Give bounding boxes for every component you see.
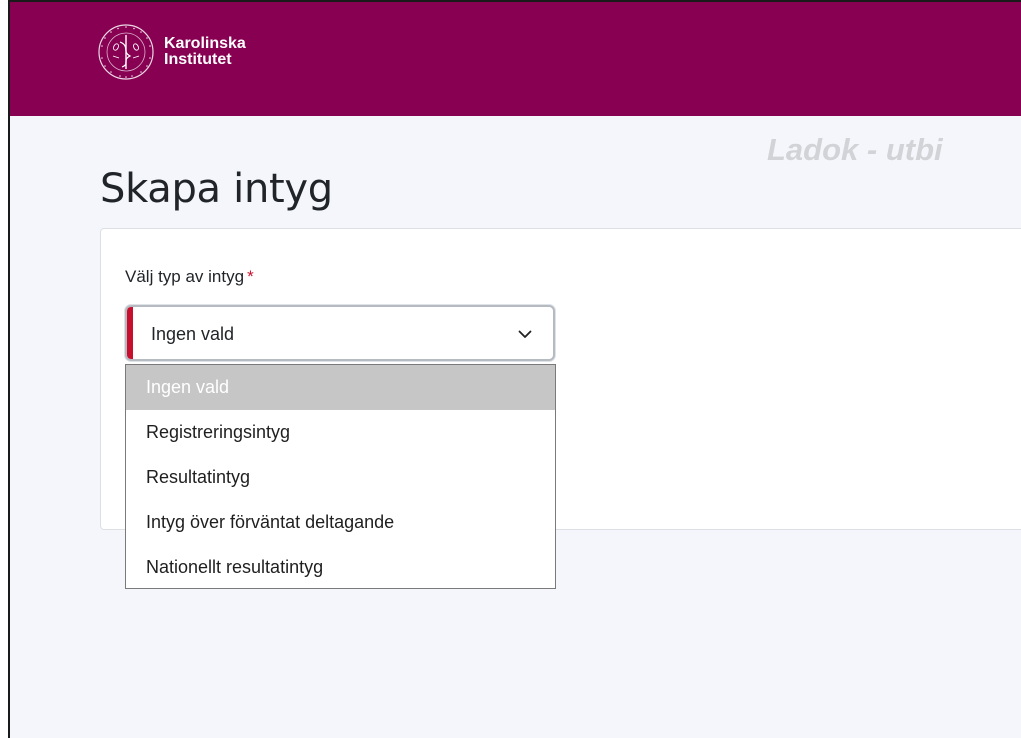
brand-line-1: Karolinska bbox=[164, 35, 246, 52]
brand-name: Karolinska Institutet bbox=[164, 36, 246, 68]
brand-line-2: Institutet bbox=[164, 51, 232, 68]
chevron-down-icon bbox=[518, 330, 532, 338]
option-registreringsintyg[interactable]: Registreringsintyg bbox=[126, 410, 555, 455]
option-ingen-vald[interactable]: Ingen vald bbox=[126, 365, 555, 410]
certificate-type-options-list: Ingen vald Registreringsintyg Resultatin… bbox=[125, 364, 556, 589]
required-indicator-bar bbox=[127, 307, 133, 359]
environment-label: Ladok - utbi bbox=[767, 132, 943, 167]
ki-logo[interactable]: Karolinska Institutet bbox=[96, 22, 246, 82]
certificate-type-select[interactable]: Ingen vald bbox=[125, 305, 555, 361]
app-window: Karolinska Institutet Ladok - utbi Skapa… bbox=[8, 0, 1021, 738]
option-resultatintyg[interactable]: Resultatintyg bbox=[126, 455, 555, 500]
certificate-type-label: Välj typ av intyg * bbox=[125, 267, 254, 287]
certificate-type-selected-value: Ingen vald bbox=[151, 324, 235, 344]
certificate-type-label-text: Välj typ av intyg bbox=[125, 267, 245, 286]
page-title: Skapa intyg bbox=[100, 166, 333, 212]
required-marker: * bbox=[247, 267, 254, 286]
ki-seal-icon bbox=[98, 24, 154, 80]
top-header: Karolinska Institutet bbox=[10, 2, 1021, 116]
option-intyg-over-forvantat-deltagande[interactable]: Intyg över förväntat deltagande bbox=[126, 500, 555, 545]
option-nationellt-resultatintyg[interactable]: Nationellt resultatintyg bbox=[126, 545, 555, 590]
